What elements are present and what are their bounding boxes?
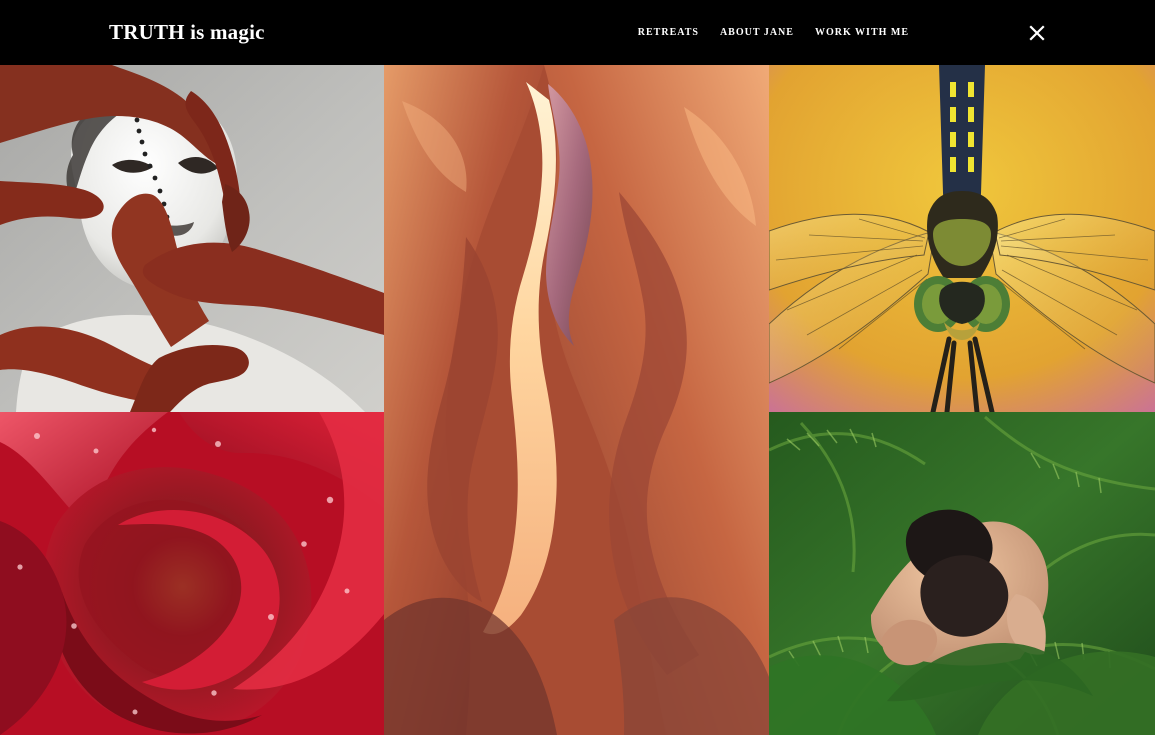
gallery-image-ferns-figures[interactable] [769,412,1155,735]
gallery-image-red-rose[interactable] [0,412,384,735]
main-nav: RETREATS ABOUT JANE WORK WITH ME [638,27,909,39]
close-menu-button[interactable] [1029,25,1045,41]
gallery-image-dragonfly[interactable] [769,65,1155,412]
nav-item-about-jane[interactable]: ABOUT JANE [720,27,794,39]
gallery-image-face-hands[interactable] [0,65,384,412]
nav-item-work-with-me[interactable]: WORK WITH ME [815,27,909,39]
close-icon [1029,25,1045,41]
site-header: TRUTH is magic RETREATS ABOUT JANE WORK … [0,0,1155,65]
nav-item-retreats[interactable]: RETREATS [638,27,699,39]
brand-logo[interactable]: TRUTH is magic [109,20,265,44]
image-gallery [0,65,1155,735]
gallery-image-slot-canyon[interactable] [384,65,769,735]
